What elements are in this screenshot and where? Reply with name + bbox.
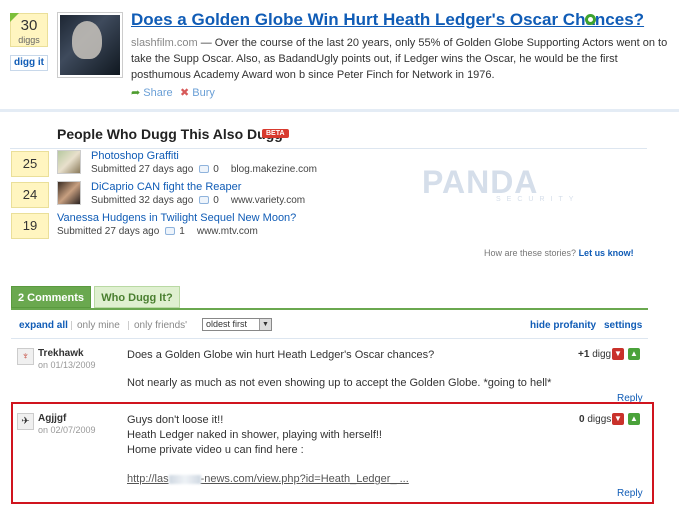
related-digg-count: 19	[11, 213, 49, 239]
avatar[interactable]: ✈	[17, 413, 34, 430]
related-submitted: Submitted 27 days ago	[57, 226, 160, 237]
comment-bubble-icon	[199, 165, 210, 174]
related-thumbnail[interactable]	[57, 150, 81, 174]
feedback-prompt: How are these stories? Let us know!	[484, 248, 634, 258]
settings-link[interactable]: settings	[604, 320, 642, 331]
story-description: slashfilm.com — Over the course of the l…	[131, 35, 679, 83]
bury-button[interactable]: ✖ Bury	[180, 86, 215, 99]
comment-link[interactable]: http://las -news.com/view.php?id=Heath_Le…	[127, 472, 409, 487]
tab-underline	[11, 308, 648, 310]
comment-text-line: Guys don't loose it!!	[127, 414, 224, 426]
digg-comment-icon[interactable]: ▲	[628, 348, 640, 360]
comment-bubble-icon	[199, 196, 210, 205]
digg-score-value: 0	[579, 414, 585, 425]
digg-corner-flag	[10, 13, 19, 22]
chevron-down-icon[interactable]: ▼	[259, 319, 271, 330]
only-friends-link[interactable]: only friends'	[134, 320, 187, 331]
highlighted-comment-frame	[11, 402, 654, 504]
related-title-link[interactable]: DiCaprio CAN fight the Reaper	[91, 181, 241, 193]
comment-bubble-icon	[165, 227, 176, 236]
related-digg-count: 25	[11, 151, 49, 177]
comment-date: on 01/13/2009	[38, 360, 96, 370]
related-title-link[interactable]: Photoshop Graffiti	[91, 150, 179, 162]
related-comment-count[interactable]: 0	[213, 164, 219, 175]
blurred-text	[168, 474, 201, 484]
divider	[11, 338, 648, 339]
beta-badge: BETA	[262, 129, 289, 138]
divider	[10, 148, 647, 149]
feedback-question: How are these stories?	[484, 248, 577, 258]
comment-date: on 02/07/2009	[38, 425, 96, 435]
related-domain: www.mtv.com	[196, 226, 258, 237]
related-title-link[interactable]: Vanessa Hudgens in Twilight Sequel New M…	[57, 212, 296, 224]
comment-text-line: Heath Ledger naked in shower, playing wi…	[127, 429, 382, 441]
related-domain: www.variety.com	[230, 195, 306, 206]
digg-it-button[interactable]: digg it	[10, 55, 48, 71]
digg-comment-icon[interactable]: ▲	[628, 413, 640, 425]
comment-text-line: Not nearly as much as not even showing u…	[127, 377, 552, 389]
digg-score-value: +1	[578, 349, 590, 360]
comment-text-line: Does a Golden Globe win hurt Heath Ledge…	[127, 349, 435, 361]
related-domain: blog.makezine.com	[230, 164, 318, 175]
only-mine-link[interactable]: only mine	[77, 320, 120, 331]
tab-comments[interactable]: 2 Comments	[11, 286, 91, 308]
comment-author[interactable]: Trekhawk	[38, 348, 84, 359]
reply-link[interactable]: Reply	[617, 488, 643, 499]
related-meta: Submitted 32 days ago 0 www.variety.com	[91, 195, 305, 206]
bury-label: Bury	[192, 87, 215, 99]
comment-link-suffix: -news.com/view.php?id=Heath_Ledger_ ...	[200, 473, 409, 485]
divider	[71, 321, 72, 330]
related-heading: People Who Dugg This Also Dugg	[57, 126, 283, 142]
bury-x-icon: ✖	[180, 87, 190, 99]
share-arrow-icon: ➦	[131, 87, 141, 99]
bury-comment-icon[interactable]: ▼	[612, 413, 624, 425]
related-meta: Submitted 27 days ago 1 www.mtv.com	[57, 226, 258, 237]
digg-count-unit: diggs	[18, 35, 40, 45]
comment-author[interactable]: Agjjgf	[38, 413, 66, 424]
bury-comment-icon[interactable]: ▼	[612, 348, 624, 360]
related-digg-count: 24	[11, 182, 49, 208]
related-comment-count[interactable]: 0	[213, 195, 219, 206]
story-title-link[interactable]: Does a Golden Globe Win Hurt Heath Ledge…	[131, 10, 644, 30]
related-comment-count[interactable]: 1	[179, 226, 185, 237]
related-meta: Submitted 27 days ago 0 blog.makezine.com	[91, 164, 317, 175]
share-label: Share	[143, 87, 173, 99]
comment-text-line: Home private video u can find here :	[127, 444, 304, 456]
related-thumbnail[interactable]	[57, 181, 81, 205]
story-thumbnail[interactable]	[57, 12, 123, 78]
digg-score-unit: digg	[592, 349, 612, 360]
expand-all-link[interactable]: expand all	[19, 320, 68, 331]
story-source[interactable]: slashfilm.com	[131, 37, 198, 49]
share-button[interactable]: ➦ Share	[131, 86, 173, 99]
comment-digg-score: +1 digg	[578, 349, 611, 360]
related-submitted: Submitted 27 days ago	[91, 164, 194, 175]
comment-link-prefix: http://las	[127, 473, 169, 485]
story-description-text: — Over the course of the last 20 years, …	[131, 37, 668, 81]
divider	[128, 321, 129, 330]
hide-profanity-link[interactable]: hide profanity	[530, 320, 596, 331]
digg-score-unit: diggs	[587, 414, 612, 425]
comment-digg-score: 0 diggs	[579, 414, 611, 425]
tab-who-dugg[interactable]: Who Dugg It?	[94, 286, 180, 308]
status-circle-icon	[585, 14, 596, 25]
avatar[interactable]: ♆	[17, 348, 34, 365]
related-submitted: Submitted 32 days ago	[91, 195, 194, 206]
panda-watermark-sub: SECURITY	[496, 196, 580, 203]
feedback-link[interactable]: Let us know!	[579, 248, 634, 258]
